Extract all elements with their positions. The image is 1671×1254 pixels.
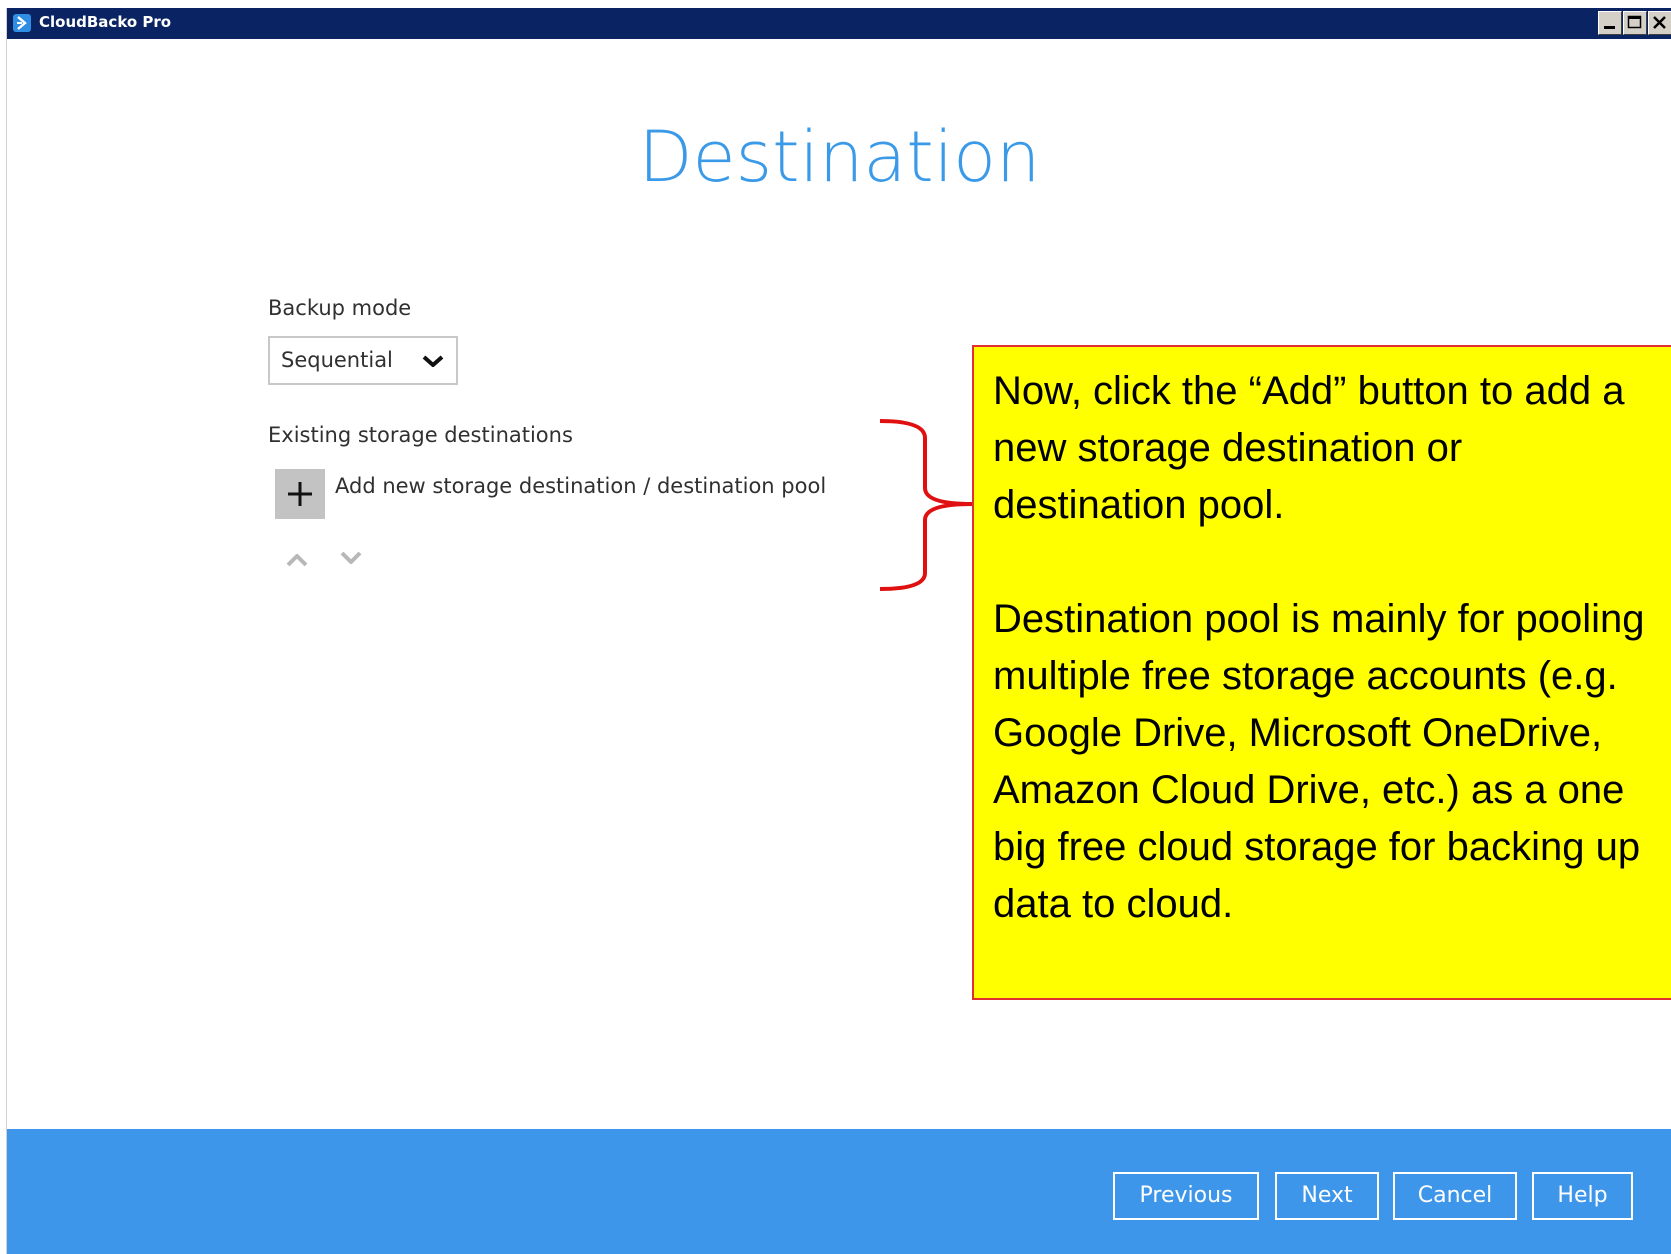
callout-paragraph: Now, click the “Add” button to add a new… [993,369,1625,527]
backup-mode-value: Sequential [281,348,393,372]
backup-mode-select[interactable]: Sequential [268,336,458,385]
callout-bracket [880,419,973,591]
plus-icon [288,482,312,506]
cancel-button[interactable]: Cancel [1393,1172,1517,1220]
minimize-icon[interactable] [1598,11,1622,35]
annotation-callout: Now, click the “Add” button to add a new… [972,345,1671,1000]
add-destination-button[interactable] [275,469,325,519]
callout-paragraph: Destination pool is mainly for pooling m… [993,597,1645,926]
maximize-icon[interactable] [1623,11,1647,35]
chevron-down-icon [422,355,444,367]
existing-destinations-label: Existing storage destinations [268,423,573,447]
app-window: CloudBacko Pro Destination Backup mode S… [6,8,1671,1254]
page-title: Destination [638,116,1041,198]
window-title: CloudBacko Pro [39,13,172,31]
help-button[interactable]: Help [1532,1172,1633,1220]
previous-button[interactable]: Previous [1113,1172,1259,1220]
callout-text: Now, click the “Add” button to add a new… [993,363,1653,933]
move-down-icon[interactable] [340,550,362,568]
close-icon[interactable] [1648,11,1671,35]
move-up-icon[interactable] [286,550,308,568]
app-logo-icon [13,14,31,32]
title-bar: CloudBacko Pro [7,8,1671,39]
footer-bar: Previous Next Cancel Help [7,1129,1671,1254]
next-button[interactable]: Next [1275,1172,1379,1220]
add-destination-label[interactable]: Add new storage destination / destinatio… [335,474,826,498]
window-controls [1597,11,1671,36]
backup-mode-label: Backup mode [268,296,412,320]
